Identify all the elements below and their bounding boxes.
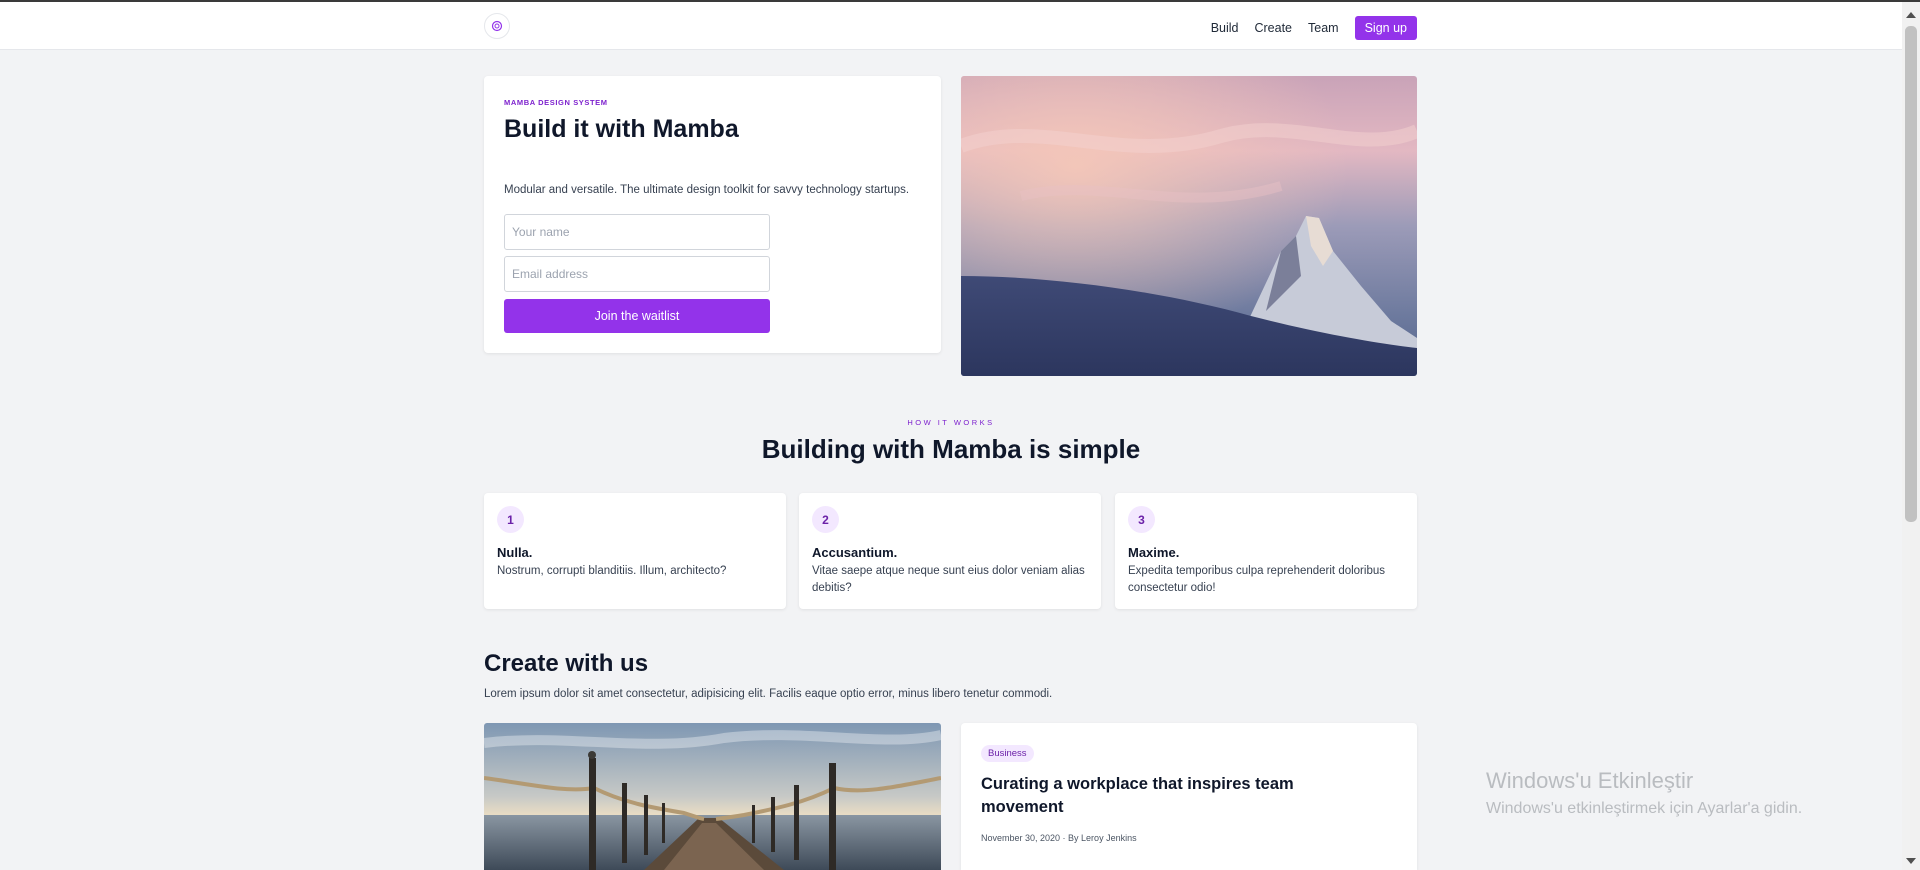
vertical-scrollbar[interactable] bbox=[1902, 2, 1920, 870]
step-body: Vitae saepe atque neque sunt eius dolor … bbox=[812, 565, 1085, 594]
step-number-badge: 2 bbox=[812, 506, 839, 533]
pier-at-sea-image[interactable] bbox=[484, 723, 941, 870]
step-title: Nulla. bbox=[497, 545, 533, 560]
blog-post-title[interactable]: Curating a workplace that inspires team … bbox=[981, 773, 1341, 819]
name-input[interactable] bbox=[504, 214, 770, 250]
windows-activation-watermark: Windows'u Etkinleştir Windows'u etkinleş… bbox=[1486, 768, 1802, 818]
how-it-works-title: Building with Mamba is simple bbox=[761, 434, 1141, 464]
category-badge[interactable]: Business bbox=[981, 745, 1034, 762]
hero-description: Modular and versatile. The ultimate desi… bbox=[504, 184, 910, 196]
nav-link-build[interactable]: Build bbox=[1211, 21, 1239, 35]
hero-eyebrow: MAMBA DESIGN SYSTEM bbox=[504, 98, 608, 107]
mamba-logo-icon[interactable] bbox=[484, 13, 510, 39]
nav-link-create[interactable]: Create bbox=[1254, 21, 1292, 35]
step-number-badge: 1 bbox=[497, 506, 524, 533]
join-waitlist-button[interactable]: Join the waitlist bbox=[504, 299, 770, 333]
watermark-title: Windows'u Etkinleştir bbox=[1486, 768, 1694, 793]
step-card: 2 Accusantium. Vitae saepe atque neque s… bbox=[799, 493, 1101, 609]
step-card: 3 Maxime. Expedita temporibus culpa repr… bbox=[1115, 493, 1417, 609]
step-title: Accusantium. bbox=[812, 545, 898, 560]
snowy-mountain-sunset-image bbox=[961, 76, 1417, 376]
scroll-down-arrow-icon[interactable] bbox=[1906, 858, 1916, 864]
hero-card: MAMBA DESIGN SYSTEM Build it with Mamba … bbox=[484, 76, 941, 353]
step-number-badge: 3 bbox=[1128, 506, 1155, 533]
email-input[interactable] bbox=[504, 256, 770, 292]
blog-post-card[interactable]: Business Curating a workplace that inspi… bbox=[961, 723, 1417, 870]
how-it-works-eyebrow: HOW IT WORKS bbox=[907, 418, 995, 427]
sign-up-button[interactable]: Sign up bbox=[1354, 16, 1417, 40]
watermark-subtitle: Windows'u etkinleştirmek için Ayarlar'a … bbox=[1486, 800, 1803, 817]
scrollbar-thumb[interactable] bbox=[1905, 26, 1917, 522]
step-body: Expedita temporibus culpa reprehenderit … bbox=[1128, 565, 1385, 594]
step-card: 1 Nulla. Nostrum, corrupti blanditiis. I… bbox=[484, 493, 786, 609]
create-section-title: Create with us bbox=[484, 650, 649, 677]
scroll-up-arrow-icon[interactable] bbox=[1906, 12, 1916, 18]
nav-links: Build Create Team Sign up bbox=[1211, 16, 1417, 40]
navbar: Build Create Team Sign up bbox=[0, 2, 1902, 50]
hero-title: Build it with Mamba bbox=[504, 115, 739, 143]
create-section-description: Lorem ipsum dolor sit amet consectetur, … bbox=[484, 688, 1053, 700]
blog-post-meta: November 30, 2020 · By Leroy Jenkins bbox=[981, 833, 1137, 843]
step-body: Nostrum, corrupti blanditiis. Illum, arc… bbox=[497, 565, 727, 577]
nav-link-team[interactable]: Team bbox=[1308, 21, 1339, 35]
step-title: Maxime. bbox=[1128, 545, 1180, 560]
